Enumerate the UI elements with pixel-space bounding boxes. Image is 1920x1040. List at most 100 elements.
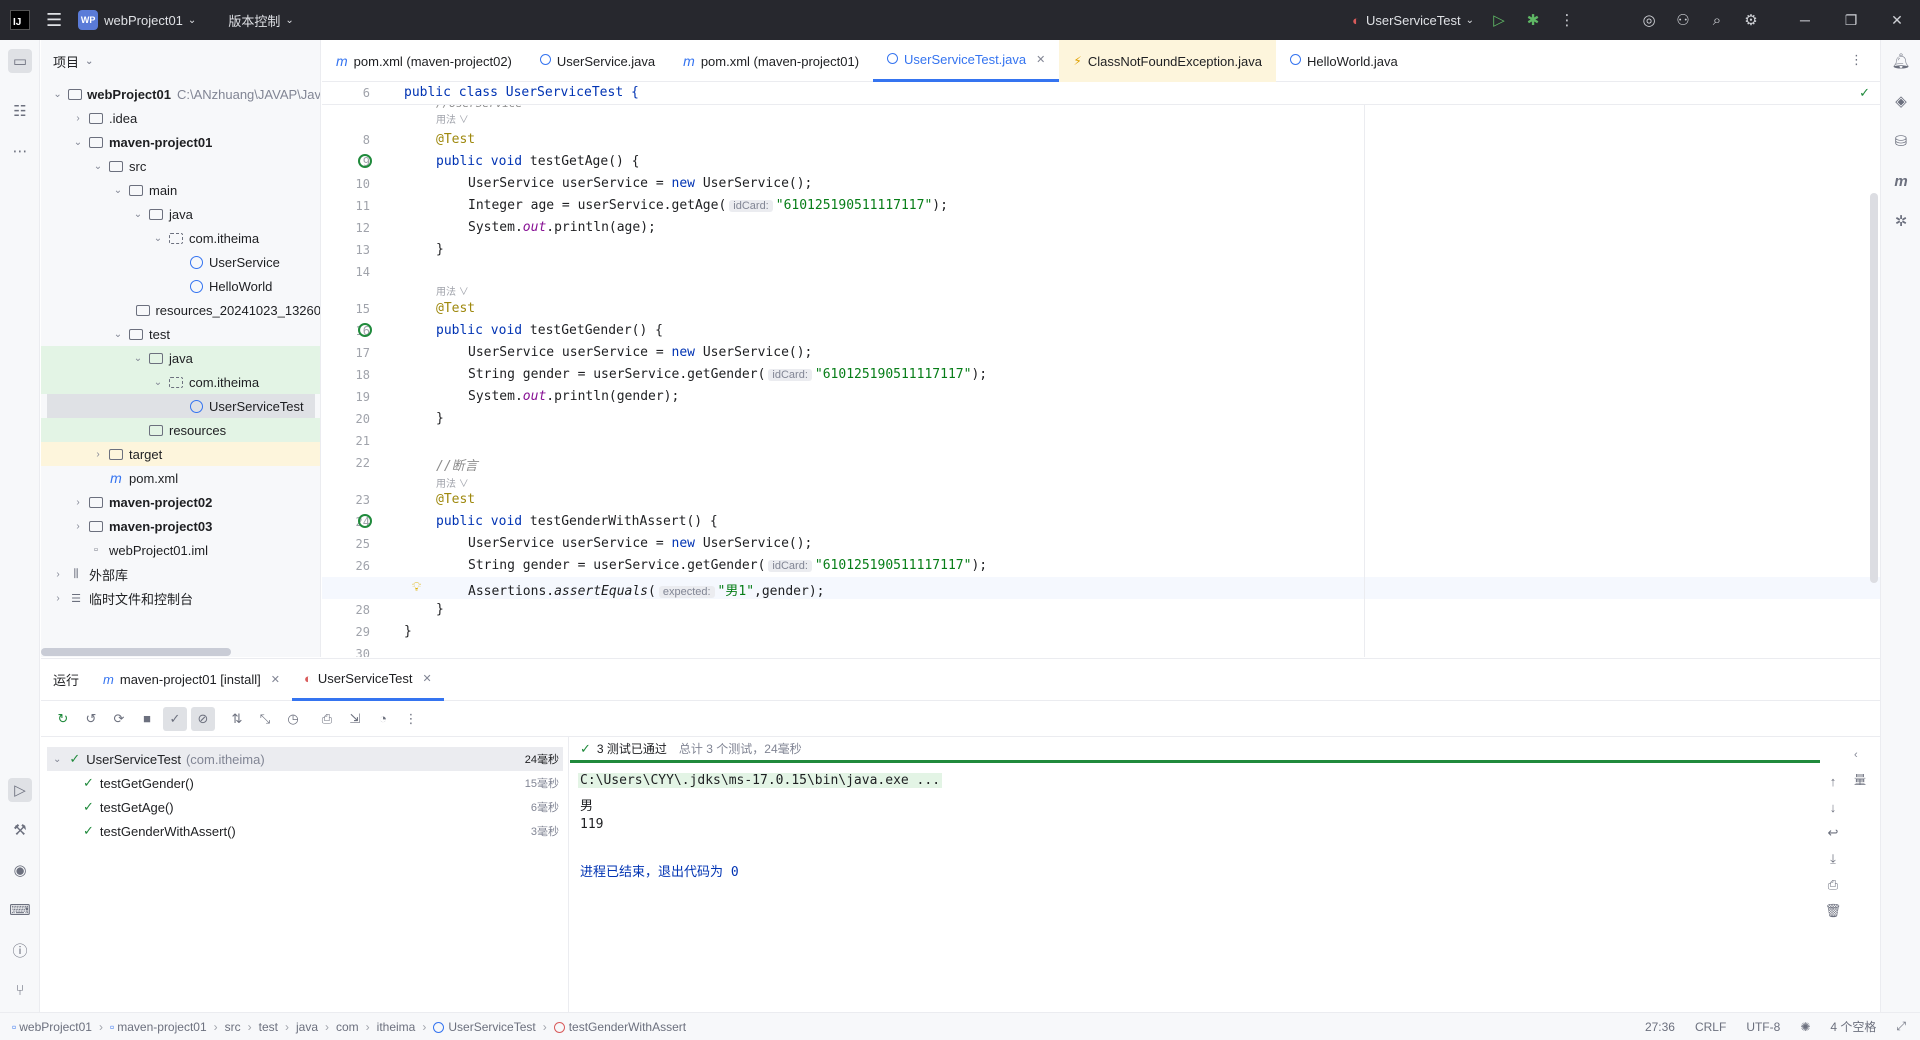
tree-item[interactable]: ⌄ com.itheima <box>41 370 320 394</box>
tree-item[interactable]: ⌄ src <box>41 154 320 178</box>
tree-item[interactable]: ⌄ main <box>41 178 320 202</box>
tab-maven-install[interactable]: m maven-project01 [install] ✕ <box>91 659 292 701</box>
breadcrumb-item[interactable]: itheima <box>377 1020 416 1034</box>
breadcrumb-item[interactable]: com <box>336 1020 359 1034</box>
tree-item[interactable]: › maven-project03 <box>41 514 320 538</box>
test-result-row[interactable]: ✓ testGetAge() 6毫秒 <box>41 795 569 819</box>
usages-hint[interactable]: 用法 ∨ <box>436 475 469 490</box>
copilot-icon[interactable]: ✲ <box>1889 209 1913 233</box>
tree-item[interactable]: › target <box>41 442 320 466</box>
problems-tool-icon[interactable]: ⓘ <box>8 938 32 962</box>
close-window-button[interactable]: ✕ <box>1874 0 1920 40</box>
tree-item[interactable]: UserService <box>41 250 320 274</box>
breadcrumb-item[interactable]: java <box>296 1020 318 1034</box>
chevron-down-icon[interactable]: ⌄ <box>131 353 145 364</box>
chevron-right-icon[interactable]: › <box>71 113 85 124</box>
editor-tab[interactable]: HelloWorld.java <box>1276 40 1412 82</box>
ai-assistant-icon[interactable]: ◎ <box>1632 0 1666 40</box>
scroll-down-icon[interactable]: ↓ <box>1821 795 1845 819</box>
collapse-icon[interactable]: ⤡ <box>253 707 277 731</box>
more-tools-icon[interactable]: ⋯ <box>8 139 32 163</box>
chevron-down-icon[interactable]: ⌄ <box>53 754 61 765</box>
bulb-icon[interactable]: 💡︎ <box>412 579 421 595</box>
horizontal-scrollbar[interactable] <box>41 648 231 656</box>
lock-icon[interactable]: ⤢ <box>1896 1019 1906 1034</box>
database-icon[interactable]: ⛁ <box>1889 129 1913 153</box>
ai-chat-icon[interactable]: ◈ <box>1889 89 1913 113</box>
chevron-down-icon[interactable]: ⌄ <box>111 329 125 340</box>
indent-setting[interactable]: 4 个空格 <box>1830 1018 1876 1035</box>
tree-item[interactable]: ⌄ maven-project01 <box>41 130 320 154</box>
chevron-left-icon[interactable]: ‹ <box>1854 749 1858 761</box>
sort-icon[interactable]: ⇅ <box>225 707 249 731</box>
chevron-right-icon[interactable]: › <box>71 497 85 508</box>
chevron-right-icon[interactable]: › <box>71 521 85 532</box>
add-user-icon[interactable]: ⚇ <box>1666 0 1700 40</box>
debug-icon[interactable]: ✱ <box>1516 0 1550 40</box>
tree-item[interactable]: resources_20241023_13260 <box>41 298 320 322</box>
maven-icon[interactable]: m <box>1889 169 1913 193</box>
tree-item[interactable]: › ☰ 临时文件和控制台 <box>41 586 320 610</box>
tree-item[interactable]: ▫ webProject01.iml <box>41 538 320 562</box>
chevron-down-icon[interactable]: ⌄ <box>71 137 85 148</box>
test-result-row[interactable]: ✓ testGenderWithAssert() 3毫秒 <box>41 819 569 843</box>
tree-item[interactable]: m pom.xml <box>41 466 320 490</box>
code-editor[interactable]: 6 public class UserServiceTest { ✓ //Use… <box>322 83 1880 657</box>
tree-item[interactable]: ⌄ java <box>41 202 320 226</box>
history-icon[interactable]: ◷ <box>281 707 305 731</box>
run-config-selector[interactable]: ◐ UserServiceTest ⌄ <box>1344 0 1482 40</box>
trash-icon[interactable]: 🗑︎ <box>1821 899 1845 923</box>
editor-tab[interactable]: m pom.xml (maven-project02) <box>322 40 526 82</box>
chevron-down-icon[interactable]: ⌄ <box>91 161 105 172</box>
chevron-down-icon[interactable]: ⌄ <box>131 209 145 220</box>
more-icon[interactable]: ⋮ <box>399 707 423 731</box>
chevron-down-icon[interactable]: ⌄ <box>111 185 125 196</box>
run-test-gutter-icon[interactable] <box>358 514 372 528</box>
print-icon[interactable]: ⎙ <box>1821 873 1845 897</box>
tree-item[interactable]: resources <box>41 418 320 442</box>
restore-button[interactable]: ❐ <box>1828 0 1874 40</box>
caret-position[interactable]: 27:36 <box>1645 1020 1675 1034</box>
vcs-menu[interactable]: 版本控制 ⌄ <box>220 0 301 40</box>
chevron-right-icon[interactable]: › <box>51 593 65 604</box>
toggle-auto-test-icon[interactable]: ⟳ <box>107 707 131 731</box>
close-icon[interactable]: ✕ <box>271 673 280 686</box>
project-switcher[interactable]: WP webProject01 ⌄ <box>70 0 204 40</box>
tab-userservicetest-run[interactable]: ◐ UserServiceTest ✕ <box>291 659 444 701</box>
screenshot-icon[interactable]: ⎙ <box>315 707 339 731</box>
services-tool-icon[interactable]: ◉ <box>8 858 32 882</box>
tree-item[interactable]: › .idea <box>41 106 320 130</box>
build-tool-icon[interactable]: ⚒ <box>8 818 32 842</box>
run-tool-icon[interactable]: ▷ <box>8 778 32 802</box>
soft-wrap-icon[interactable]: ↩ <box>1821 821 1845 845</box>
usages-hint[interactable]: 用法 ∨ <box>436 283 469 298</box>
stop-icon[interactable]: ■ <box>135 707 159 731</box>
breadcrumb-item[interactable]: src <box>225 1020 241 1034</box>
tree-item[interactable]: ⌄ com.itheima <box>41 226 320 250</box>
tree-item[interactable]: › ⫼ 外部库 <box>41 562 320 586</box>
run-icon[interactable]: ▷ <box>1482 0 1516 40</box>
notifications-icon[interactable]: 🔔︎ <box>1889 49 1913 73</box>
git-tool-icon[interactable]: ⑂ <box>8 978 32 1002</box>
project-tool-icon[interactable]: ▭ <box>8 49 32 73</box>
editor-tab[interactable]: UserService.java <box>526 40 669 82</box>
tree-item[interactable]: UserServiceTest <box>47 394 315 418</box>
side-panel-label[interactable]: 量 <box>1854 771 1866 788</box>
search-icon[interactable]: ⌕ <box>1700 0 1734 40</box>
breadcrumb-item[interactable]: webProject01 <box>19 1020 92 1034</box>
scroll-to-end-icon[interactable]: ⤓ <box>1821 847 1845 871</box>
chevron-down-icon[interactable]: ⌄ <box>151 377 165 388</box>
breadcrumb-item[interactable]: UserServiceTest <box>448 1020 535 1034</box>
tree-item[interactable]: ⌄ webProject01 C:\ANzhuang\JAVAP\Jav <box>41 82 320 106</box>
editor-tab[interactable]: UserServiceTest.java ✕ <box>873 40 1060 82</box>
vertical-scrollbar[interactable] <box>1870 193 1878 583</box>
test-result-row[interactable]: ⌄ ✓ UserServiceTest (com.itheima) 24毫秒 <box>47 747 563 771</box>
run-test-gutter-icon[interactable] <box>358 154 372 168</box>
more-icon[interactable]: ⋮ <box>1550 0 1584 40</box>
chevron-right-icon[interactable]: › <box>51 569 65 580</box>
chevron-down-icon[interactable]: ⌄ <box>51 89 64 100</box>
tree-item[interactable]: ⌄ java <box>41 346 320 370</box>
rerun-icon[interactable]: ↻ <box>51 707 75 731</box>
breadcrumb-item[interactable]: maven-project01 <box>117 1020 206 1034</box>
tab-overflow-icon[interactable]: ⋮ <box>1850 52 1863 68</box>
